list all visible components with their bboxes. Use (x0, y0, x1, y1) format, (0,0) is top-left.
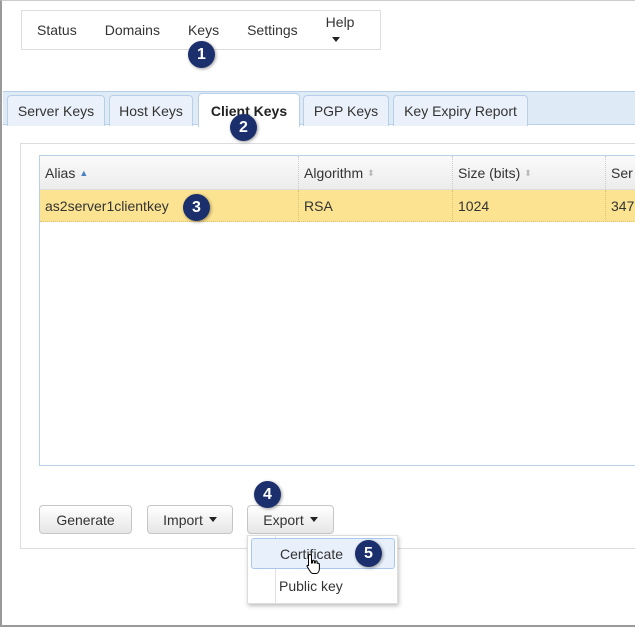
tab-host-keys[interactable]: Host Keys (109, 95, 193, 126)
nav-settings[interactable]: Settings (247, 22, 298, 38)
sort-ascending-icon: ▲ (79, 168, 89, 178)
column-header-ser[interactable]: Ser (606, 156, 635, 190)
export-label: Export (263, 511, 304, 528)
cell-size: 1024 (453, 190, 606, 222)
generate-button[interactable]: Generate (39, 505, 132, 534)
column-label: Ser (611, 165, 633, 181)
client-keys-table: Alias ▲ Algorithm ⬍ Size (bits) ⬍ Ser as2se… (39, 155, 635, 466)
import-label: Import (163, 511, 203, 528)
import-button[interactable]: Import (147, 505, 233, 534)
tab-pgp-keys[interactable]: PGP Keys (303, 95, 389, 126)
step-badge-3: 3 (183, 194, 210, 221)
nav-help[interactable]: Help (325, 14, 355, 46)
caret-down-icon (331, 36, 340, 42)
nav-help-label: Help (325, 14, 355, 30)
tab-server-keys[interactable]: Server Keys (7, 95, 105, 126)
table-row[interactable]: as2server1clientkey RSA 1024 347 (40, 190, 635, 222)
menu-item-public-key[interactable]: Public key (251, 570, 395, 601)
sort-icon: ⬍ (367, 167, 375, 178)
column-label: Algorithm (304, 165, 364, 181)
nav-domains[interactable]: Domains (105, 22, 160, 38)
cell-alias: as2server1clientkey (40, 190, 299, 222)
caret-down-icon (309, 517, 318, 522)
tab-strip: Server Keys Host Keys Client Keys PGP Ke… (3, 91, 635, 127)
column-label: Size (bits) (458, 165, 521, 181)
step-badge-4: 4 (254, 481, 281, 508)
step-badge-5: 5 (355, 540, 382, 567)
hand-cursor-icon (306, 553, 320, 574)
cell-ser: 347 (611, 198, 635, 214)
sort-icon: ⬍ (524, 167, 532, 178)
column-header-alias[interactable]: Alias ▲ (40, 156, 299, 190)
step-badge-2: 2 (230, 114, 257, 141)
caret-down-icon (208, 517, 217, 522)
table-header: Alias ▲ Algorithm ⬍ Size (bits) ⬍ Ser (40, 156, 635, 190)
nav-keys[interactable]: Keys (188, 22, 219, 38)
column-label: Alias (45, 165, 76, 181)
column-header-size[interactable]: Size (bits) ⬍ (453, 156, 606, 190)
export-button[interactable]: Export (247, 505, 334, 534)
cell-algorithm: RSA (299, 190, 453, 222)
column-header-algorithm[interactable]: Algorithm ⬍ (299, 156, 453, 190)
step-badge-1: 1 (188, 41, 215, 68)
nav-status[interactable]: Status (37, 22, 77, 38)
tab-key-expiry-report[interactable]: Key Expiry Report (393, 95, 528, 126)
